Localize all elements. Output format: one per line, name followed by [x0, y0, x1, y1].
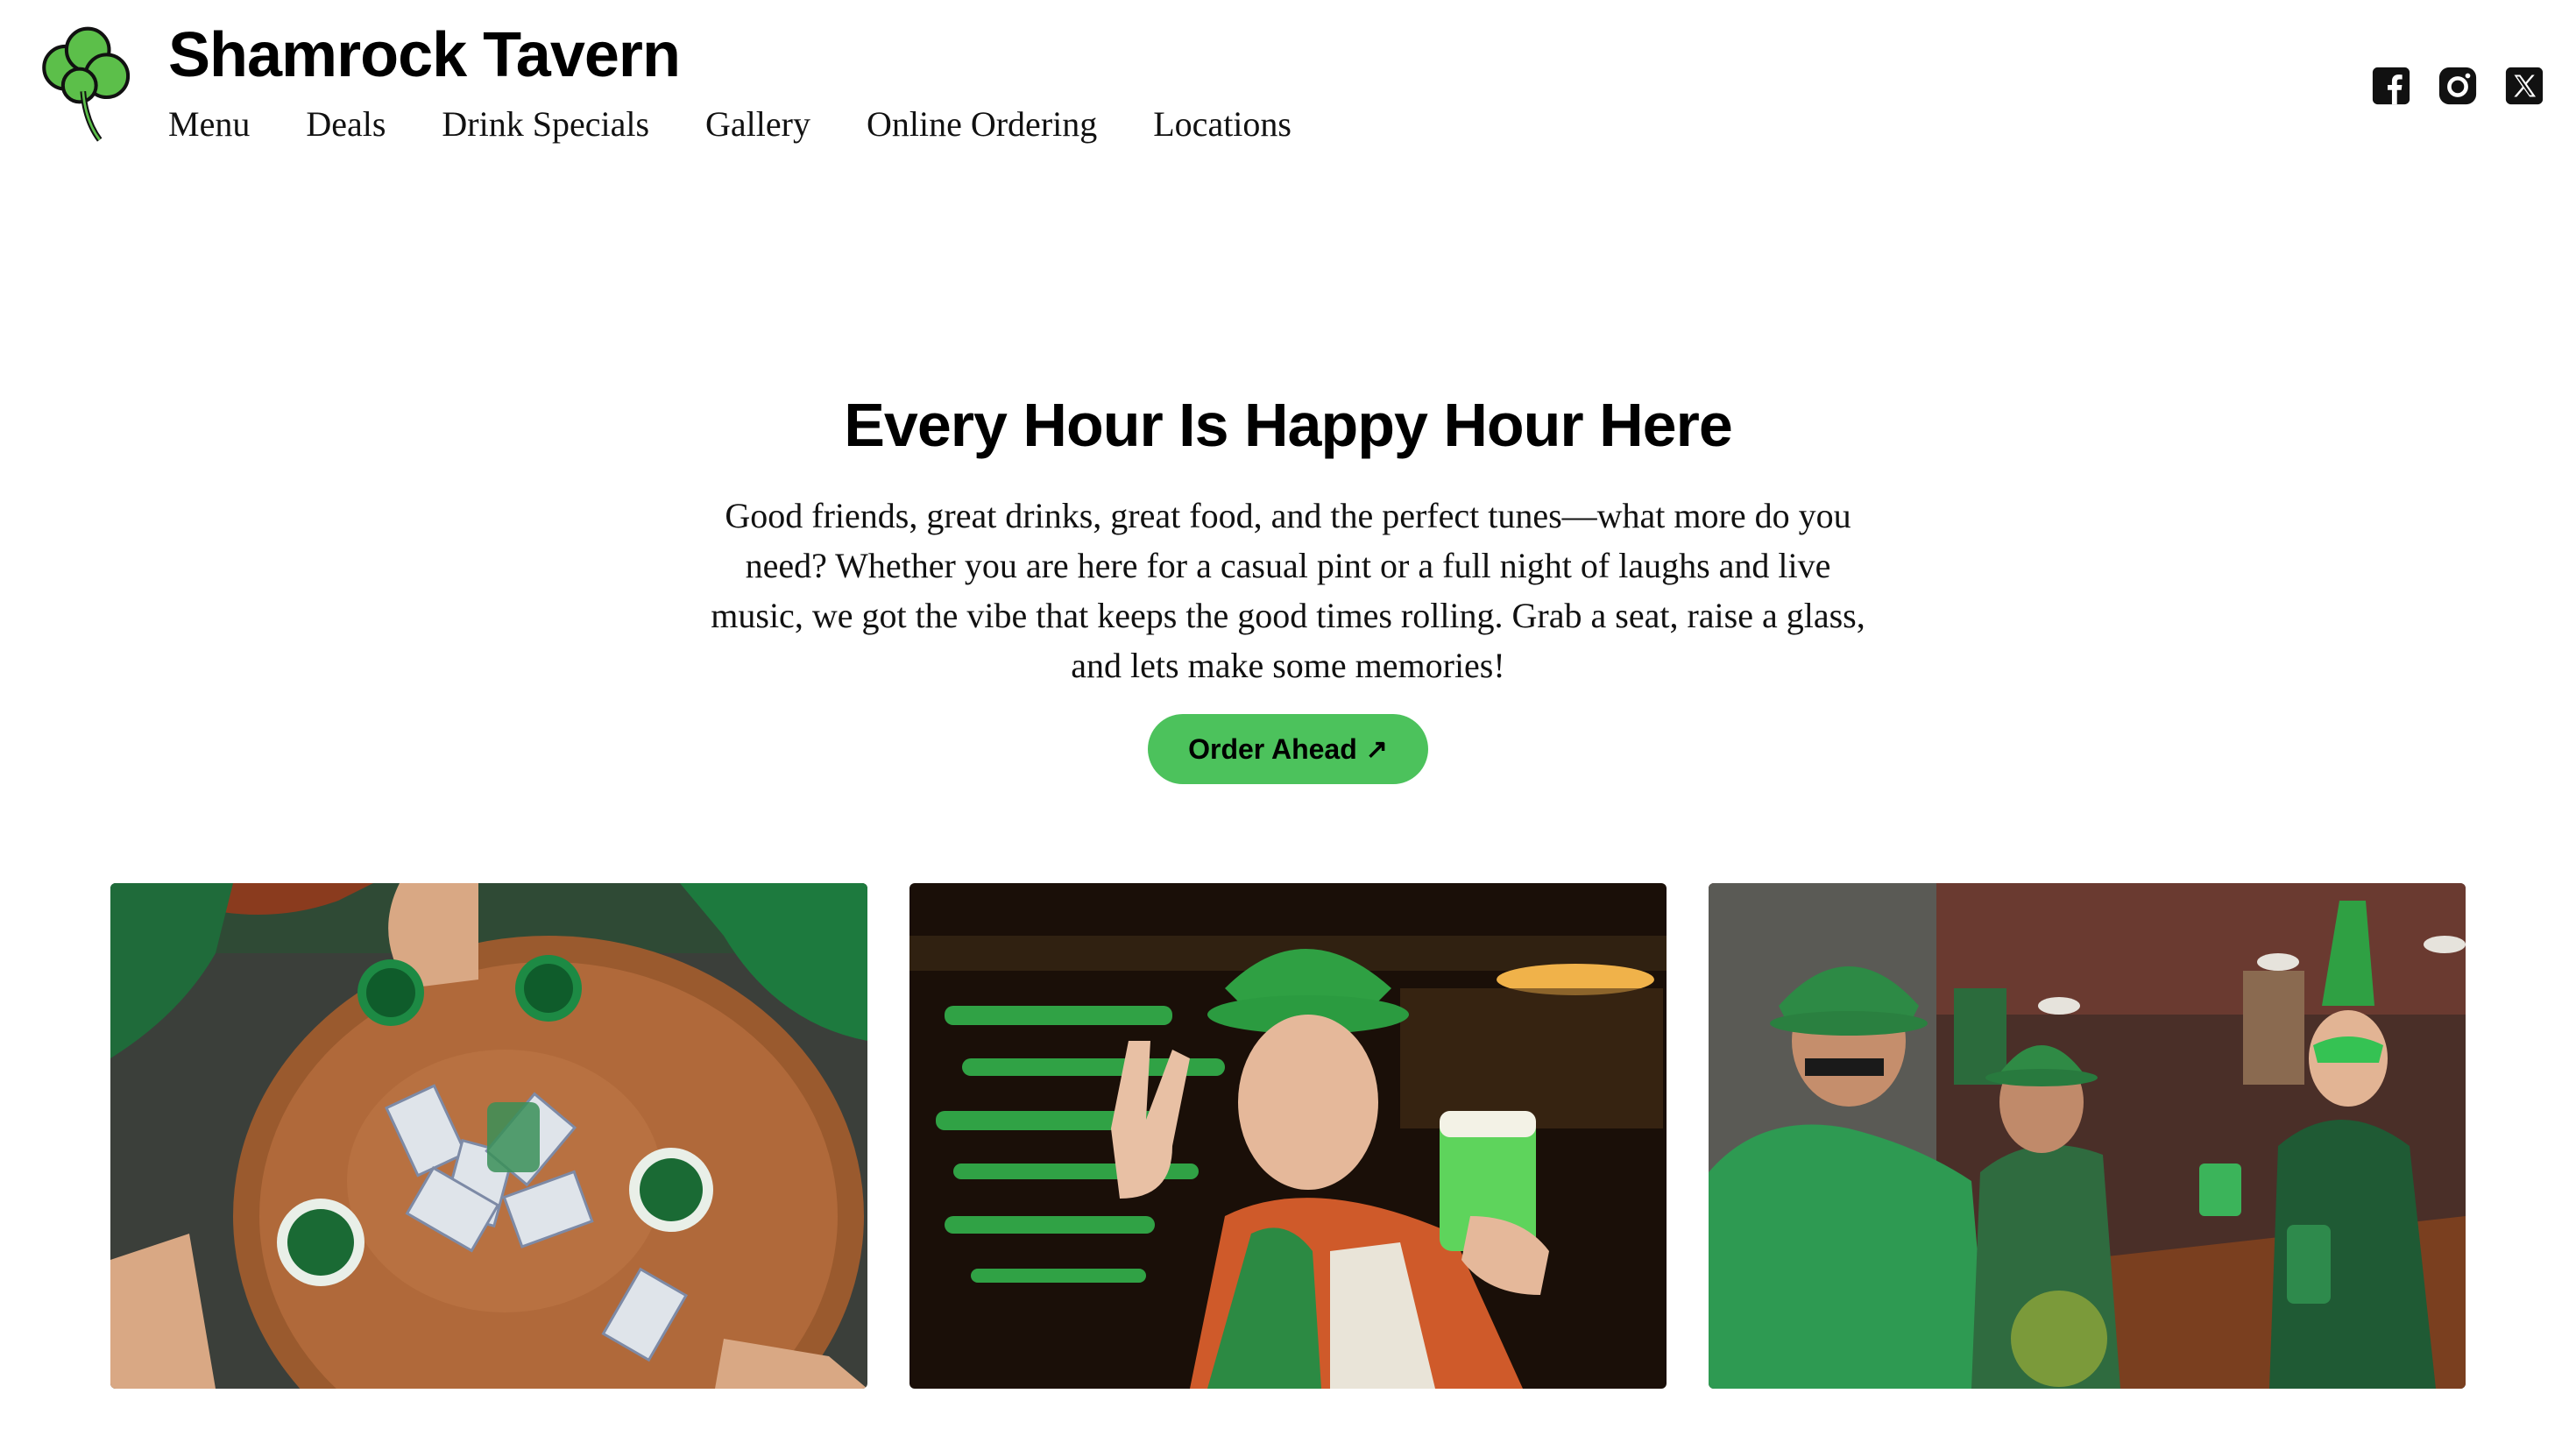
nav-item-deals[interactable]: Deals	[306, 103, 386, 145]
x-icon[interactable]	[2504, 66, 2544, 106]
gallery-photo-peace-sign	[909, 883, 1667, 1389]
photo-gallery	[110, 883, 2466, 1389]
nav-item-locations[interactable]: Locations	[1153, 103, 1292, 145]
main-nav: Menu Deals Drink Specials Gallery Online…	[168, 103, 1348, 145]
nav-item-menu[interactable]: Menu	[168, 103, 250, 145]
brand-title[interactable]: Shamrock Tavern	[168, 19, 681, 91]
hero-description: Good friends, great drinks, great food, …	[711, 496, 1865, 685]
nav-item-online-ordering[interactable]: Online Ordering	[867, 103, 1097, 145]
gallery-photo-toasting	[1709, 883, 2466, 1389]
hero-title: Every Hour Is Happy Hour Here	[844, 391, 1733, 459]
order-ahead-label: Order Ahead	[1188, 732, 1357, 765]
shamrock-logo-icon[interactable]	[26, 26, 145, 145]
arrow-up-right-icon: ↗	[1365, 734, 1388, 764]
nav-item-gallery[interactable]: Gallery	[705, 103, 810, 145]
instagram-icon[interactable]	[2438, 66, 2478, 106]
nav-item-drink-specials[interactable]: Drink Specials	[442, 103, 649, 145]
social-links	[2371, 66, 2544, 106]
gallery-photo-table	[110, 883, 867, 1389]
order-ahead-button[interactable]: Order Ahead ↗	[1148, 714, 1428, 784]
facebook-icon[interactable]	[2371, 66, 2411, 106]
